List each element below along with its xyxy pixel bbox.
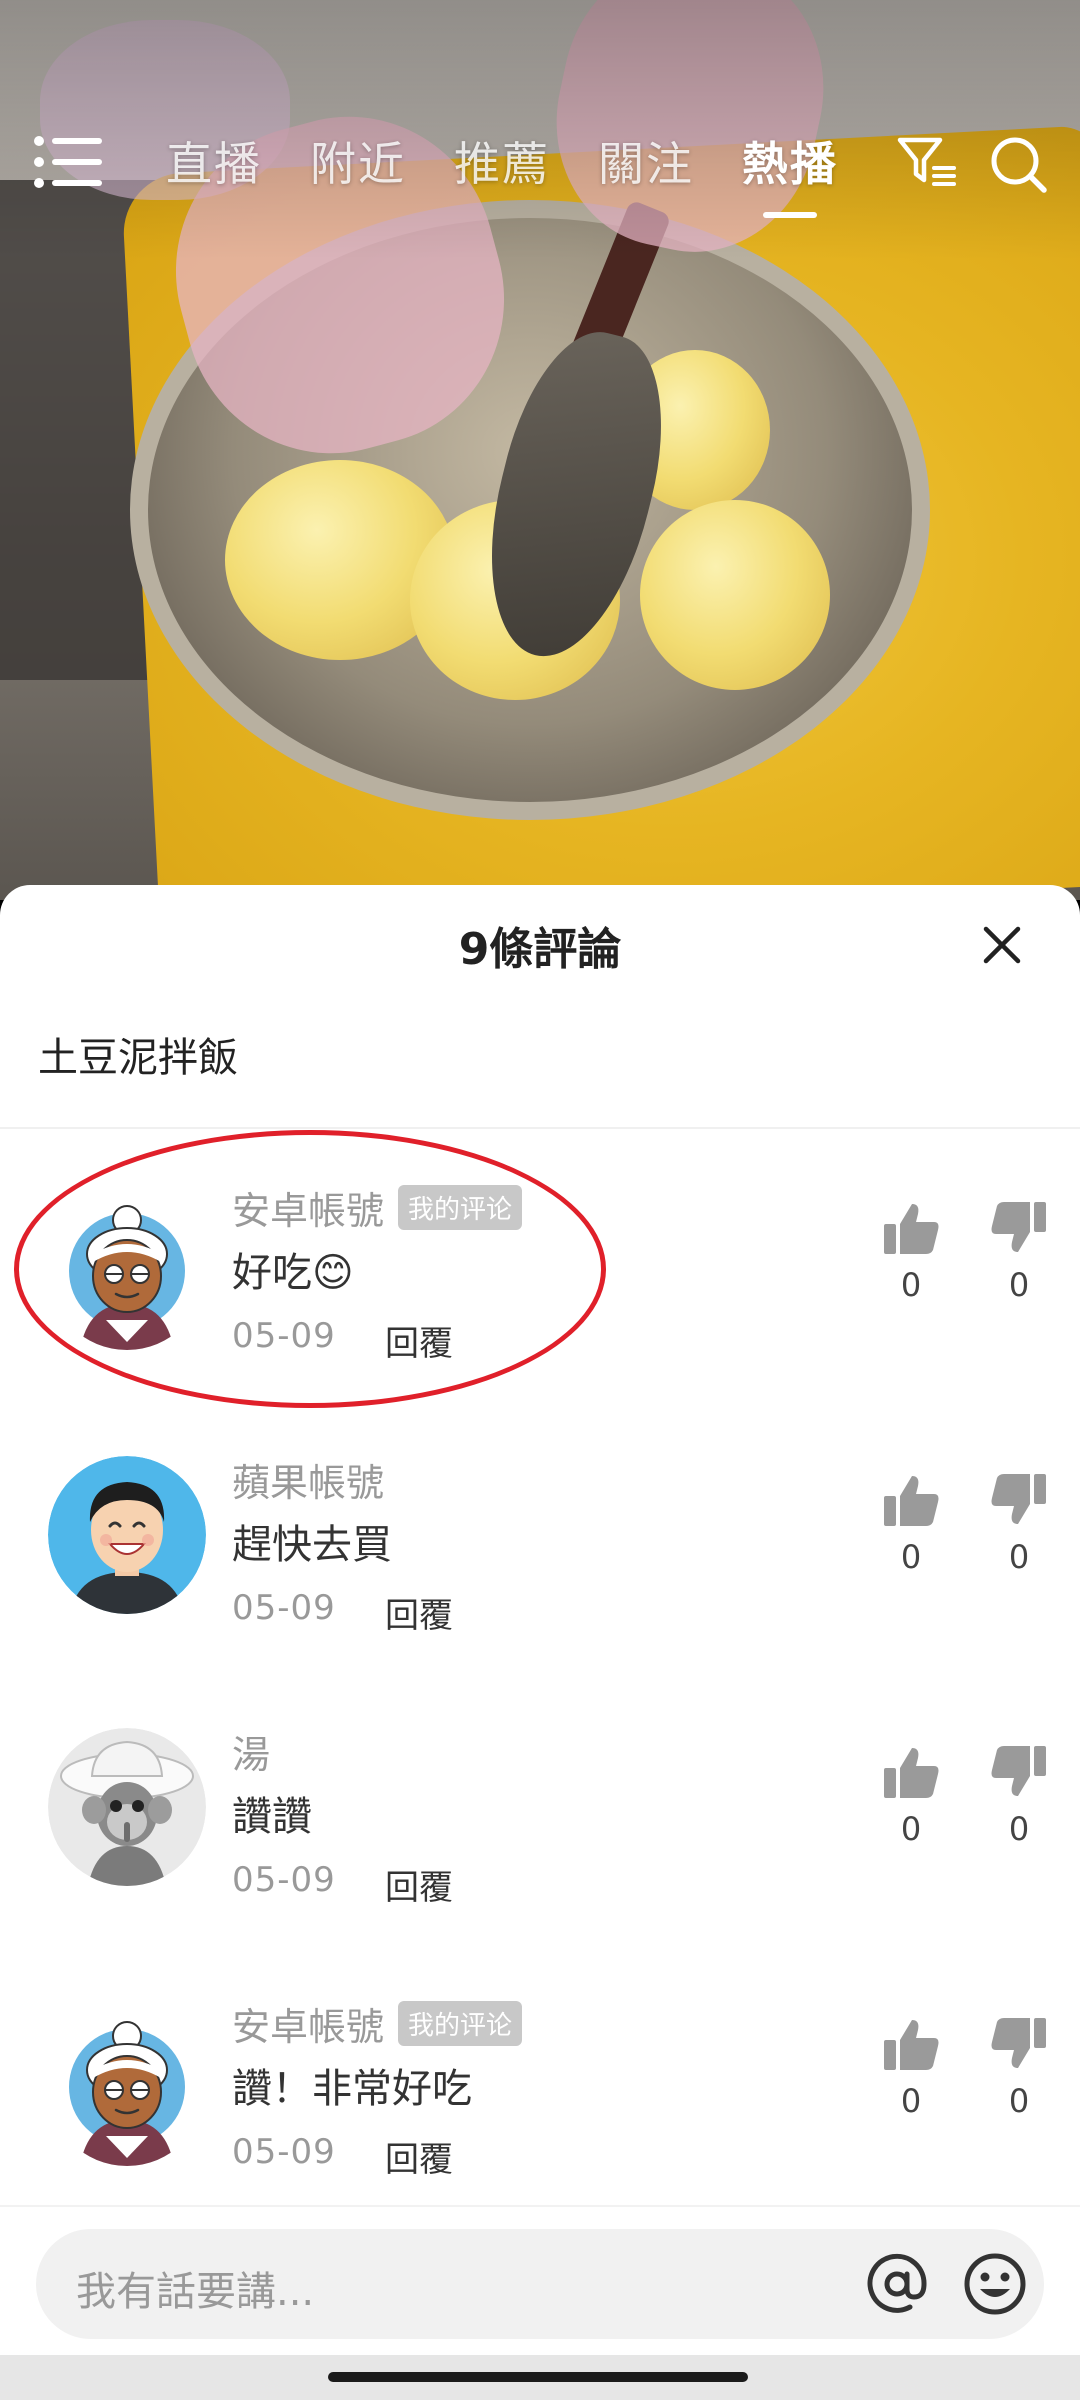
comment-input-bar: 我有話要講... <box>0 2205 1080 2355</box>
search-icon[interactable] <box>988 134 1050 196</box>
tab-nearby[interactable]: 附近 <box>310 128 406 194</box>
grandma-avatar[interactable] <box>48 2008 206 2166</box>
video-potato <box>640 500 830 690</box>
tab-live[interactable]: 直播 <box>166 128 262 194</box>
comment-date: 05-09 <box>232 2132 336 2172</box>
comment-date: 05-09 <box>232 1588 336 1628</box>
thumbs-down-icon[interactable] <box>988 2016 1050 2072</box>
thumbs-down-icon[interactable] <box>988 1200 1050 1256</box>
thumbs-up-icon[interactable] <box>880 1200 942 1256</box>
like-count: 0 <box>900 1538 922 1576</box>
comment-date: 05-09 <box>232 1860 336 1900</box>
like-count: 0 <box>900 1266 922 1304</box>
like-count: 0 <box>900 2082 922 2120</box>
comment-author[interactable]: 安卓帳號 我的评论 <box>232 1996 523 2051</box>
dislike-count: 0 <box>1008 2082 1030 2120</box>
reply-button[interactable]: 回覆 <box>385 1860 453 1909</box>
tab-trending[interactable]: 熱播 <box>742 128 838 194</box>
home-indicator[interactable] <box>328 2372 748 2382</box>
input-placeholder: 我有話要講... <box>76 2269 315 2315</box>
thumbs-up-icon[interactable] <box>880 1472 942 1528</box>
comment-author[interactable]: 蘋果帳號 <box>232 1452 384 1507</box>
comment-input[interactable]: 我有話要講... <box>36 2229 1044 2339</box>
thumbs-up-icon[interactable] <box>880 2016 942 2072</box>
emoji-icon[interactable] <box>960 2249 1030 2319</box>
my-comment-badge: 我的评论 <box>398 2001 523 2046</box>
tab-recommended[interactable]: 推薦 <box>454 128 550 194</box>
at-icon[interactable] <box>862 2249 932 2319</box>
comment-text: 趕快去買 <box>232 1522 392 1568</box>
tab-following[interactable]: 關注 <box>598 128 694 194</box>
reply-button[interactable]: 回覆 <box>385 1588 453 1637</box>
divider <box>0 1127 1080 1129</box>
highlight-annotation <box>14 1130 606 1408</box>
menu-icon[interactable] <box>34 134 106 190</box>
comment-text: 讚！非常好吃 <box>232 2066 472 2112</box>
thumbs-up-icon[interactable] <box>880 1744 942 1800</box>
post-caption: 土豆泥拌飯 <box>38 1035 238 1081</box>
dislike-count: 0 <box>1008 1810 1030 1848</box>
dislike-count: 0 <box>1008 1538 1030 1576</box>
monkey-hat-avatar[interactable] <box>48 1728 206 1886</box>
comment-count-title: 9條評論 <box>458 924 622 975</box>
comment-author[interactable]: 湯 <box>232 1724 270 1779</box>
comment-sheet: 9條評論 土豆泥拌飯 安卓帳號 我的评论 好吃😊 05-09 回覆 0 0 蘋果… <box>0 885 1080 2400</box>
reply-button[interactable]: 回覆 <box>385 2132 453 2181</box>
filter-icon[interactable] <box>896 134 958 190</box>
like-count: 0 <box>900 1810 922 1848</box>
comment-item[interactable]: 湯 讚讚 05-09 回覆 0 0 <box>0 1724 1080 1996</box>
close-icon[interactable] <box>972 915 1032 975</box>
smiling-man-avatar[interactable] <box>48 1456 206 1614</box>
top-nav: 直播 附近 推薦 關注 熱播 <box>0 120 1080 230</box>
dislike-count: 0 <box>1008 1266 1030 1304</box>
active-tab-indicator <box>763 212 817 218</box>
comment-item[interactable]: 蘋果帳號 趕快去買 05-09 回覆 0 0 <box>0 1452 1080 1724</box>
comment-text: 讚讚 <box>232 1794 312 1840</box>
thumbs-down-icon[interactable] <box>988 1744 1050 1800</box>
thumbs-down-icon[interactable] <box>988 1472 1050 1528</box>
